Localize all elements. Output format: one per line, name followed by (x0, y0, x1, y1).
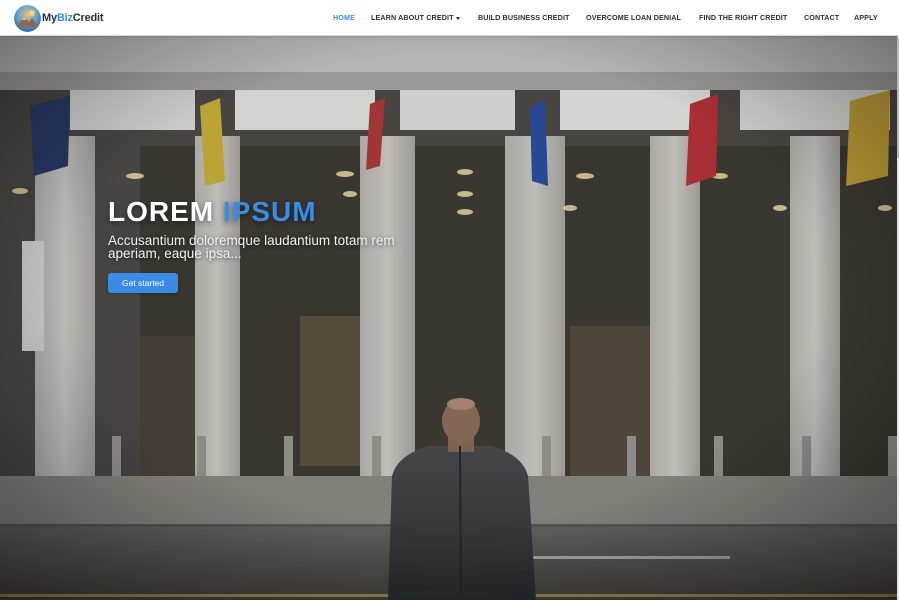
nav-overcome-loan-denial[interactable]: OVERCOME LOAN DENIAL (586, 12, 681, 24)
brand-name: MyBizCredit (42, 12, 104, 24)
get-started-button[interactable]: Get started (108, 273, 178, 293)
brand-logo-link[interactable]: MyBizCredit (14, 4, 104, 32)
nav-find-the-right-credit[interactable]: FIND THE RIGHT CREDIT (699, 12, 787, 24)
hero-background-image (0, 36, 897, 600)
nav-contact[interactable]: CONTACT (804, 12, 839, 24)
nav-home[interactable]: HOME (333, 12, 355, 24)
nav-apply[interactable]: APPLY (854, 12, 878, 24)
mountain-sun-logo-icon (14, 4, 41, 32)
hero-title-accent: IPSUM (222, 196, 317, 227)
hero-title: LOREM IPSUM (108, 196, 317, 228)
hero-subtitle: Accusantium doloremque laudantium totam … (108, 233, 395, 261)
brand-name-my: My (42, 12, 57, 24)
top-navbar: MyBizCredit HOME LEARN ABOUT CREDIT BUIL… (0, 0, 899, 36)
nav-build-business-credit[interactable]: BUILD BUSINESS CREDIT (478, 12, 570, 24)
brand-name-credit: Credit (72, 12, 104, 24)
caret-down-icon (455, 16, 460, 20)
hero-section: LOREM IPSUM Accusantium doloremque lauda… (0, 36, 897, 600)
hero-title-main: LOREM (108, 196, 215, 227)
nav-learn-about-credit[interactable]: LEARN ABOUT CREDIT (371, 12, 460, 24)
brand-name-biz: Biz (56, 12, 73, 24)
nav-learn-about-credit-label: LEARN ABOUT CREDIT (371, 13, 454, 22)
